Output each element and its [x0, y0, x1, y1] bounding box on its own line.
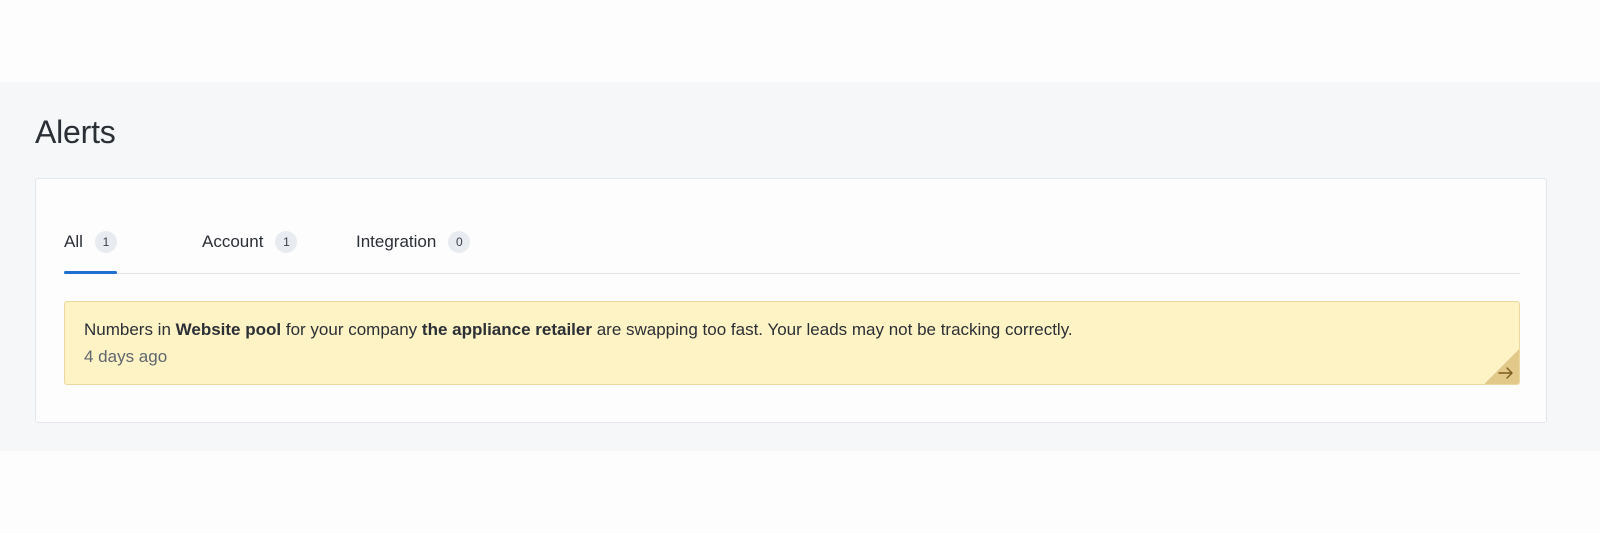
alerts-tabs: All 1 Account 1 Integration 0: [64, 229, 1520, 274]
tab-label: Integration: [356, 232, 437, 251]
alert-card[interactable]: Numbers in Website pool for your company…: [64, 301, 1520, 385]
alert-corner-fold[interactable]: [1485, 348, 1519, 384]
alert-company-name: the appliance retailer: [421, 320, 592, 339]
alert-message-suffix: are swapping too fast. Your leads may no…: [591, 320, 1073, 339]
tab-count-badge: 1: [94, 231, 117, 253]
alert-message-middle: for your company: [281, 320, 422, 339]
bottom-band: [0, 451, 1600, 533]
arrow-right-icon: [1498, 367, 1513, 379]
tab-integration[interactable]: Integration 0: [356, 229, 471, 273]
tab-count-badge: 0: [448, 231, 471, 253]
tab-count-badge: 1: [275, 231, 298, 253]
alerts-panel: All 1 Account 1 Integration 0 Numbers in…: [35, 178, 1547, 423]
alert-message: Numbers in Website pool for your company…: [84, 318, 1073, 342]
tab-label: Account: [202, 232, 264, 251]
tab-label: All: [64, 232, 83, 251]
top-band: [0, 0, 1600, 82]
alert-pool-name: Website pool: [175, 320, 282, 339]
tab-account[interactable]: Account 1: [202, 229, 298, 273]
alert-message-prefix: Numbers in: [84, 320, 176, 339]
alert-timestamp: 4 days ago: [84, 347, 168, 366]
tab-all[interactable]: All 1: [64, 229, 117, 274]
page-title: Alerts: [35, 114, 116, 150]
